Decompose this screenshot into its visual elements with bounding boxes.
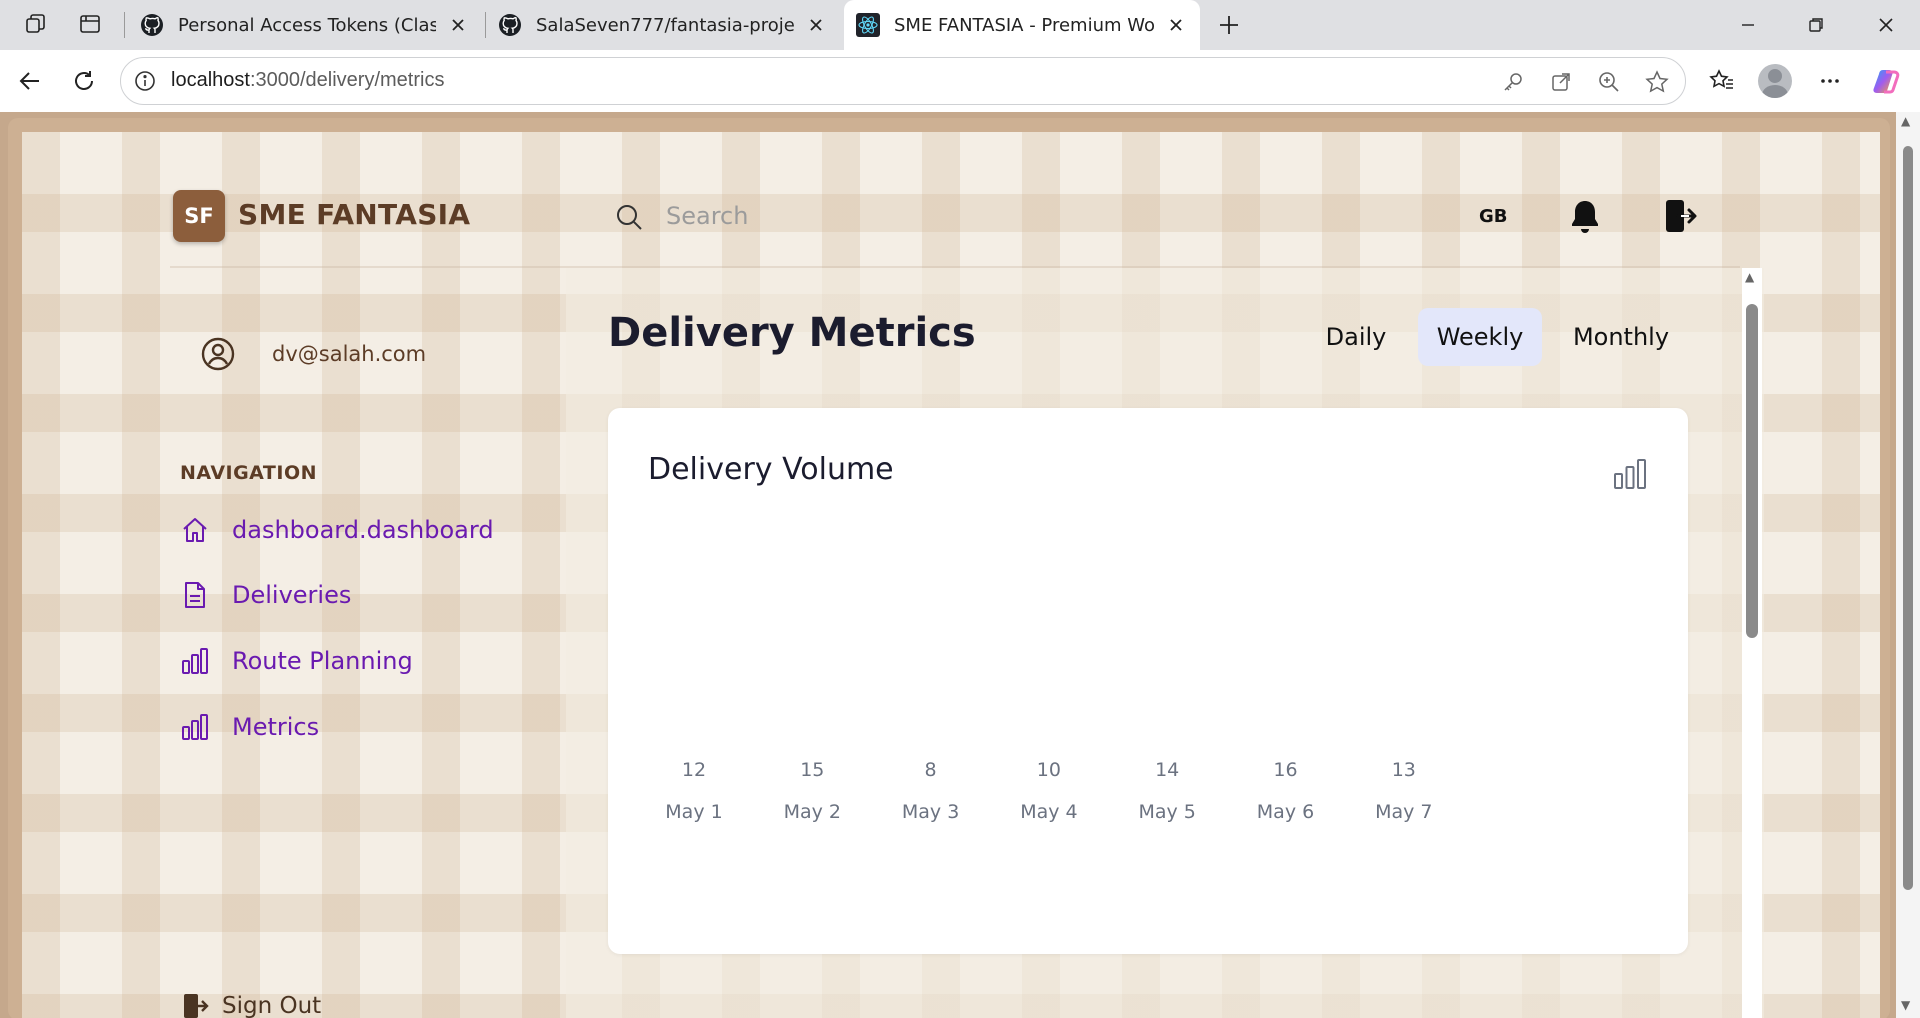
tab-title: Personal Access Tokens (Classic) [178, 14, 436, 36]
browser-tab-tokens[interactable]: Personal Access Tokens (Classic) [128, 0, 482, 50]
restore-button[interactable] [1782, 0, 1850, 50]
sign-out-label: Sign Out [222, 993, 322, 1018]
sign-out-button[interactable]: Sign Out [182, 992, 321, 1018]
x-tick-label: May 5 [1138, 801, 1195, 823]
browser-address-bar: localhost:3000/delivery/metrics [0, 50, 1920, 112]
delivery-volume-card: Delivery Volume 12 May 1 15 May 2 8 May 3 10 Ma… [608, 408, 1688, 954]
sidebar-item-deliveries[interactable]: Deliveries [180, 577, 351, 613]
close-tab-icon[interactable] [446, 13, 470, 37]
open-external-icon[interactable] [1547, 68, 1575, 96]
close-tab-icon[interactable] [804, 13, 828, 37]
x-tick-label: May 2 [784, 801, 841, 823]
reload-button[interactable] [66, 63, 102, 99]
copilot-icon[interactable] [1868, 63, 1904, 99]
key-icon[interactable] [1499, 68, 1527, 96]
notification-bell-icon[interactable] [1568, 198, 1602, 236]
github-icon [141, 14, 163, 36]
x-tick-label: May 3 [902, 801, 959, 823]
bar-value-label: 12 [682, 759, 706, 781]
period-daily-button[interactable]: Daily [1306, 308, 1406, 366]
sidebar-item-label: Metrics [232, 713, 320, 741]
favorites-icon[interactable] [1704, 63, 1740, 99]
bar-value-label: 15 [800, 759, 824, 781]
sidebar-item-metrics[interactable]: Metrics [180, 709, 319, 745]
content-scrollbar[interactable]: ▲ [1742, 268, 1762, 1018]
user-email: dv@salah.com [272, 342, 427, 366]
bar-value-label: 14 [1155, 759, 1179, 781]
page-scrollbar-thumb[interactable] [1903, 146, 1913, 890]
user-avatar-icon [201, 337, 235, 371]
tab-separator [124, 12, 125, 38]
logo-badge[interactable]: SF [173, 190, 225, 242]
content-scrollbar-thumb[interactable] [1746, 304, 1758, 638]
bar-value-label: 8 [925, 759, 937, 781]
document-icon [185, 582, 205, 608]
bar-chart-icon [182, 648, 208, 674]
url-path: :3000/delivery/metrics [249, 69, 445, 91]
sidebar-item-route-planning[interactable]: Route Planning [180, 643, 413, 679]
github-icon [499, 14, 521, 36]
delivery-volume-chart: 12 May 1 15 May 2 8 May 3 10 May 4 14 May 5 16 May … [665, 759, 1432, 823]
logout-icon[interactable] [1664, 198, 1698, 234]
sidebar-item-label: Deliveries [232, 581, 352, 609]
scroll-up-arrow-icon[interactable]: ▲ [1901, 114, 1910, 128]
back-button[interactable] [12, 63, 48, 99]
bar-value-label: 16 [1273, 759, 1297, 781]
tab-title: SME FANTASIA - Premium Wood [894, 14, 1154, 36]
navigation-heading: NAVIGATION [180, 462, 317, 484]
page-title: Delivery Metrics [608, 310, 976, 356]
language-selector[interactable]: GB [1479, 206, 1508, 227]
sign-out-icon [184, 994, 209, 1018]
scroll-down-arrow-icon[interactable]: ▼ [1901, 998, 1910, 1012]
minimize-button[interactable] [1714, 0, 1782, 50]
scroll-up-arrow-icon[interactable]: ▲ [1745, 270, 1754, 284]
new-tab-button[interactable] [1212, 9, 1246, 41]
zoom-icon[interactable] [1595, 68, 1623, 96]
browser-tab-active[interactable]: SME FANTASIA - Premium Wood [844, 0, 1200, 50]
url-host: localhost [171, 69, 250, 91]
tab-title: SalaSeven777/fantasia-project at [536, 14, 794, 36]
period-monthly-button[interactable]: Monthly [1560, 308, 1682, 366]
close-window-button[interactable] [1852, 0, 1920, 50]
bar-value-label: 13 [1392, 759, 1416, 781]
site-info-icon[interactable] [133, 69, 157, 93]
workspaces-icon[interactable] [18, 8, 54, 40]
sidebar-item-label: dashboard.dashboard [232, 516, 494, 544]
profile-avatar[interactable] [1758, 64, 1792, 98]
tab-actions-icon[interactable] [72, 8, 108, 40]
x-tick-label: May 4 [1020, 801, 1077, 823]
browser-tab-github[interactable]: SalaSeven777/fantasia-project at [486, 0, 840, 50]
x-tick-label: May 7 [1375, 801, 1432, 823]
search-input[interactable] [666, 196, 1066, 236]
x-tick-label: May 1 [665, 801, 722, 823]
logo-text[interactable]: SME FANTASIA [238, 198, 470, 231]
x-tick-label: May 6 [1257, 801, 1314, 823]
more-options-icon[interactable] [1812, 63, 1848, 99]
url-text: localhost:3000/delivery/metrics [171, 69, 444, 92]
bar-chart-icon [182, 714, 208, 740]
home-icon [183, 518, 207, 542]
bar-value-label: 10 [1037, 759, 1061, 781]
sidebar-item-label: Route Planning [232, 647, 413, 675]
favorite-star-icon[interactable] [1643, 68, 1671, 96]
period-weekly-button[interactable]: Weekly [1418, 308, 1542, 366]
react-icon [856, 13, 880, 37]
page-scrollbar[interactable]: ▲ ▼ [1896, 112, 1920, 1018]
browser-tab-bar: Personal Access Tokens (Classic) SalaSev… [0, 0, 1920, 50]
close-tab-icon[interactable] [1164, 13, 1188, 37]
sidebar-item-dashboard[interactable]: dashboard.dashboard [180, 512, 494, 548]
search-icon [617, 205, 642, 230]
url-bar[interactable]: localhost:3000/delivery/metrics [120, 57, 1686, 105]
